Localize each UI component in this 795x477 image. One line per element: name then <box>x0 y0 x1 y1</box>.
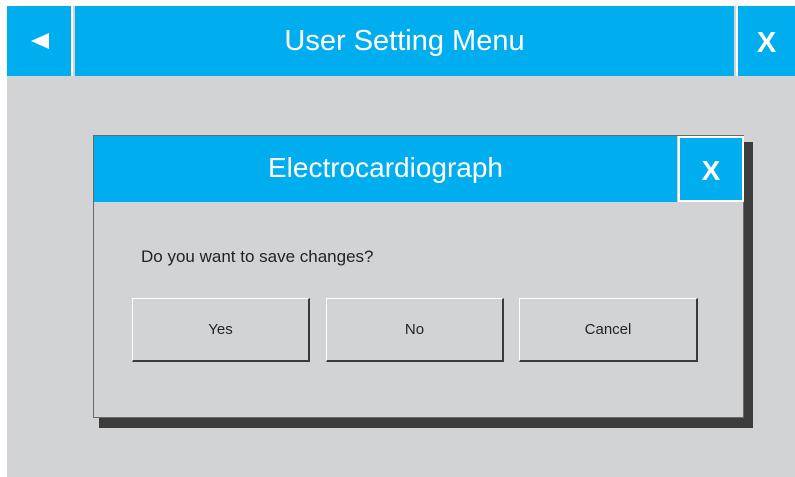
yes-button[interactable]: Yes <box>132 298 310 362</box>
top-bar: User Setting Menu X <box>7 6 795 76</box>
app-screen: User Setting Menu X Electrocardiograph X… <box>7 6 795 477</box>
no-button[interactable]: No <box>326 298 504 362</box>
cancel-button[interactable]: Cancel <box>519 298 698 362</box>
save-changes-dialog: Electrocardiograph X Do you want to save… <box>93 135 744 418</box>
dialog-close-button[interactable]: X <box>678 136 744 202</box>
back-button[interactable] <box>7 6 73 76</box>
dialog-title: Electrocardiograph <box>94 136 677 202</box>
dialog-message: Do you want to save changes? <box>141 247 374 266</box>
page-title: User Setting Menu <box>75 6 734 76</box>
close-button[interactable]: X <box>736 6 795 76</box>
left-triangle-icon <box>31 33 49 49</box>
